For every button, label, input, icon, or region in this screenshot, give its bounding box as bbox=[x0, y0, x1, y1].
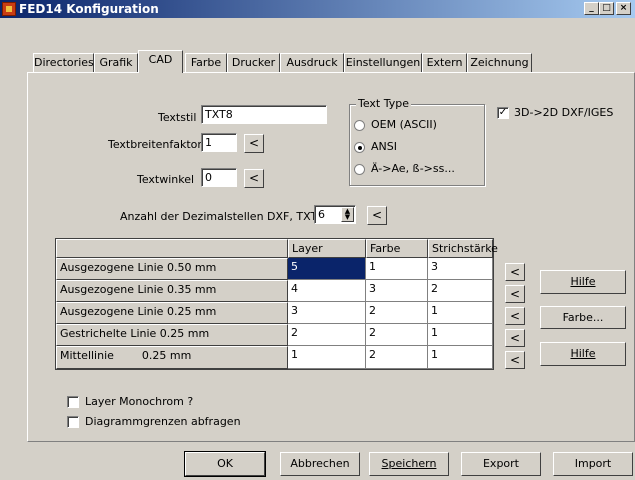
checkbox-layer-monochrom[interactable] bbox=[67, 396, 79, 408]
hilfe-button-label: Hilfe bbox=[570, 275, 596, 288]
textwinkel-button[interactable]: < bbox=[244, 169, 264, 188]
close-button[interactable]: × bbox=[616, 2, 631, 15]
checkbox-diagrammgrenzen[interactable] bbox=[67, 416, 79, 428]
textbreitenfaktor-label: Textbreitenfaktor bbox=[108, 138, 202, 151]
layer-table: Layer Farbe Strichstärke Ausgezogene Lin… bbox=[55, 238, 498, 370]
cell-strichstaerke[interactable]: 2 bbox=[428, 280, 493, 302]
cell-strichstaerke[interactable]: 3 bbox=[428, 258, 493, 280]
hilfe-button-2-label: Hilfe bbox=[570, 347, 596, 360]
tab-directories[interactable]: Directories bbox=[33, 53, 94, 72]
cell-layer[interactable]: 5 bbox=[288, 258, 366, 280]
tab-zeichnung[interactable]: Zeichnung bbox=[467, 53, 532, 72]
app-icon[interactable] bbox=[2, 2, 16, 16]
tab-grafik[interactable]: Grafik bbox=[94, 53, 138, 72]
cell-layer[interactable]: 1 bbox=[288, 346, 366, 369]
row-header: Gestrichelte Linie 0.25 mm bbox=[56, 324, 288, 346]
tab-extern[interactable]: Extern bbox=[422, 53, 467, 72]
tab-einstellungen[interactable]: Einstellungen bbox=[344, 53, 422, 72]
checkbox-layer-monochrom-label: Layer Monochrom ? bbox=[85, 395, 194, 408]
cell-layer[interactable]: 4 bbox=[288, 280, 366, 302]
row-header: Ausgezogene Linie 0.50 mm bbox=[56, 258, 288, 280]
textwinkel-label: Textwinkel bbox=[137, 173, 195, 186]
column-header-layer: Layer bbox=[288, 239, 366, 258]
maximize-button[interactable]: □ bbox=[599, 2, 614, 15]
cell-farbe[interactable]: 1 bbox=[366, 258, 428, 280]
cell-strichstaerke[interactable]: 1 bbox=[428, 324, 493, 346]
row-button[interactable]: < bbox=[505, 285, 525, 303]
row-button[interactable]: < bbox=[505, 307, 525, 325]
minimize-button[interactable]: _ bbox=[584, 2, 599, 15]
dezimalstellen-value: 6 bbox=[318, 208, 325, 221]
table-corner-header bbox=[56, 239, 288, 258]
tab-farbe[interactable]: Farbe bbox=[185, 53, 227, 72]
cell-layer[interactable]: 3 bbox=[288, 302, 366, 324]
cell-farbe[interactable]: 2 bbox=[366, 324, 428, 346]
dezimalstellen-spinbox[interactable]: 6 ▲ ▼ bbox=[314, 205, 356, 224]
checkbox-3d-2d-label: 3D->2D DXF/IGES bbox=[514, 106, 614, 119]
speichern-button-label: Speichern bbox=[381, 457, 437, 470]
radio-ansi-label: ANSI bbox=[371, 140, 397, 153]
dezimalstellen-button[interactable]: < bbox=[367, 206, 387, 225]
dezimalstellen-label: Anzahl der Dezimalstellen DXF, TXT bbox=[120, 210, 318, 223]
radio-umlaut-label: Ä->Ae, ß->ss... bbox=[371, 162, 455, 175]
radio-ansi[interactable] bbox=[354, 142, 365, 153]
row-button[interactable]: < bbox=[505, 329, 525, 347]
textbreitenfaktor-input[interactable]: 1 bbox=[201, 133, 237, 152]
textstil-label: Textstil bbox=[158, 111, 197, 124]
abbrechen-button[interactable]: Abbrechen bbox=[280, 452, 360, 476]
hilfe-button-2[interactable]: Hilfe bbox=[540, 342, 626, 366]
ok-button[interactable]: OK bbox=[184, 451, 266, 477]
textwinkel-input[interactable]: 0 bbox=[201, 168, 237, 187]
tab-ausdruck[interactable]: Ausdruck bbox=[280, 53, 344, 72]
cell-layer[interactable]: 2 bbox=[288, 324, 366, 346]
row-button[interactable]: < bbox=[505, 263, 525, 281]
speichern-button[interactable]: Speichern bbox=[369, 452, 449, 476]
checkbox-3d-2d[interactable]: ✓ bbox=[497, 107, 509, 119]
radio-oem[interactable] bbox=[354, 120, 365, 131]
spin-arrows-icon[interactable]: ▲ ▼ bbox=[341, 207, 354, 222]
cell-farbe[interactable]: 2 bbox=[366, 302, 428, 324]
tab-cad[interactable]: CAD bbox=[138, 50, 183, 73]
textstil-input[interactable]: TXT8 bbox=[201, 105, 327, 124]
window-title: FED14 Konfiguration bbox=[19, 2, 159, 16]
export-button[interactable]: Export bbox=[461, 452, 541, 476]
radio-oem-label: OEM (ASCII) bbox=[371, 118, 437, 131]
cell-strichstaerke[interactable]: 1 bbox=[428, 302, 493, 324]
column-header-strichstaerke: Strichstärke bbox=[428, 239, 498, 258]
cell-strichstaerke[interactable]: 1 bbox=[428, 346, 493, 369]
column-header-farbe: Farbe bbox=[366, 239, 428, 258]
tab-drucker[interactable]: Drucker bbox=[227, 53, 280, 72]
row-button[interactable]: < bbox=[505, 351, 525, 369]
radio-umlaut[interactable] bbox=[354, 164, 365, 175]
text-type-title: Text Type bbox=[356, 97, 412, 110]
cell-farbe[interactable]: 3 bbox=[366, 280, 428, 302]
cell-farbe[interactable]: 2 bbox=[366, 346, 428, 369]
row-header: Ausgezogene Linie 0.35 mm bbox=[56, 280, 288, 302]
import-button[interactable]: Import bbox=[553, 452, 633, 476]
row-header: Ausgezogene Linie 0.25 mm bbox=[56, 302, 288, 324]
hilfe-button[interactable]: Hilfe bbox=[540, 270, 626, 294]
textbreitenfaktor-button[interactable]: < bbox=[244, 134, 264, 153]
checkbox-diagrammgrenzen-label: Diagrammgrenzen abfragen bbox=[85, 415, 241, 428]
farbe-button[interactable]: Farbe... bbox=[540, 306, 626, 329]
row-header: Mittellinie 0.25 mm bbox=[56, 346, 288, 369]
